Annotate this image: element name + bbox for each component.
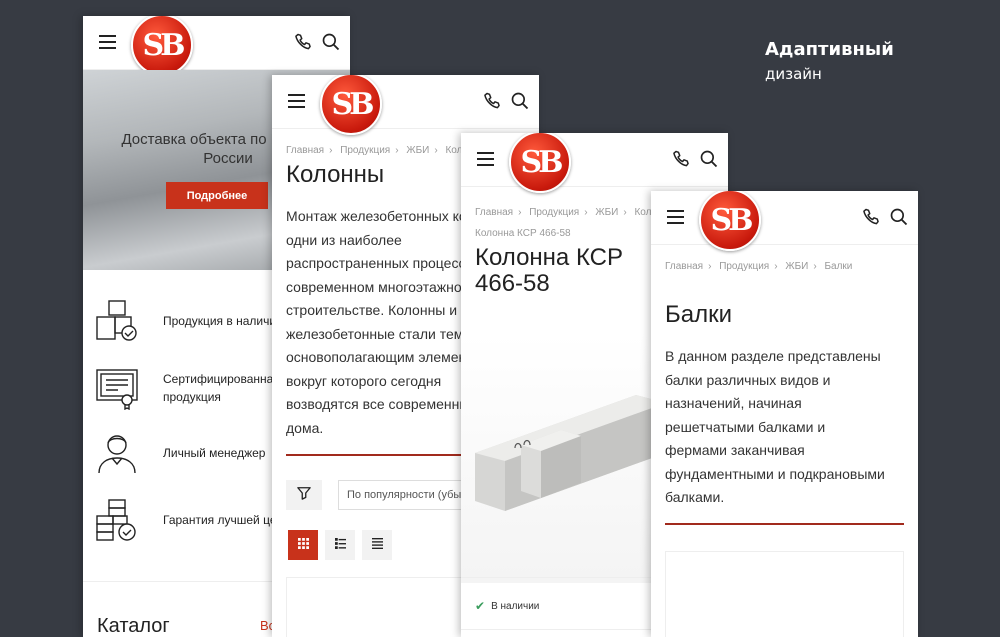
search-icon[interactable] (321, 32, 341, 52)
search-icon[interactable] (510, 91, 530, 111)
stock-status: ✔ В наличии (475, 599, 539, 613)
breadcrumb-item: Колонна КСР 466-58 (475, 228, 571, 239)
guarantee-icon (95, 498, 139, 542)
breadcrumb-item[interactable]: Главная (286, 145, 324, 156)
breadcrumb-separator: › (518, 207, 522, 218)
manager-icon (95, 431, 139, 475)
table-icon (371, 536, 383, 554)
menu-icon[interactable] (99, 35, 116, 49)
page-title: Балки (665, 301, 733, 328)
breadcrumb: Главная › Продукция › ЖБИ › Балки (651, 260, 871, 274)
feature-label: Сертифицированная продукция (163, 372, 280, 404)
hero-more-button[interactable]: Подробнее (166, 182, 268, 209)
catalog-title: Каталог (97, 615, 170, 637)
breadcrumb-separator: › (395, 145, 399, 156)
breadcrumb-item[interactable]: Продукция (529, 207, 579, 218)
grid-icon (297, 536, 309, 554)
product-card[interactable] (665, 551, 904, 637)
search-icon[interactable] (699, 149, 719, 169)
breadcrumb-separator: › (329, 145, 333, 156)
breadcrumb-item[interactable]: ЖБИ (406, 145, 429, 156)
feature-certificate: Сертифицированная продукция (95, 366, 280, 411)
certificate-icon (95, 366, 139, 411)
search-icon[interactable] (889, 207, 909, 227)
breadcrumb-separator: › (584, 207, 588, 218)
menu-icon[interactable] (477, 152, 494, 166)
breadcrumb-item[interactable]: Главная (475, 207, 513, 218)
page-title: Колонны (286, 161, 385, 188)
feature-guarantee: Гарантия лучшей цены (95, 498, 292, 542)
phone-icon[interactable] (861, 207, 881, 227)
breadcrumb-separator: › (774, 261, 778, 272)
boxes-icon (95, 299, 139, 343)
stock-label: В наличии (491, 600, 540, 612)
menu-icon[interactable] (667, 210, 684, 224)
divider (665, 523, 904, 525)
feature-label: Продукция в наличии (163, 314, 283, 328)
breadcrumb-separator: › (434, 145, 438, 156)
site-header: SB (461, 133, 728, 193)
breadcrumb-item[interactable]: Продукция (340, 145, 390, 156)
product-title: Колонна КСР 466-58 (475, 244, 623, 297)
check-icon: ✔ (475, 599, 486, 613)
breadcrumb-separator: › (813, 261, 817, 272)
site-header: SB (651, 191, 918, 251)
product-card[interactable] (286, 577, 476, 637)
filter-button[interactable] (286, 480, 322, 510)
menu-icon[interactable] (288, 94, 305, 108)
heading-subtitle: дизайн (765, 65, 822, 83)
phone-icon[interactable] (293, 32, 313, 52)
breadcrumb-item[interactable]: ЖБИ (595, 207, 618, 218)
heading-title: Адаптивный (765, 39, 894, 60)
feature-label: Личный менеджер (163, 446, 266, 460)
breadcrumb-separator: › (708, 261, 712, 272)
breadcrumb-item[interactable]: ЖБИ (785, 261, 808, 272)
feature-stock: Продукция в наличии (95, 299, 283, 343)
breadcrumb-separator: › (623, 207, 627, 218)
phone-icon[interactable] (671, 149, 691, 169)
breadcrumb-item: Балки (824, 261, 853, 272)
list-icon (334, 536, 346, 554)
view-list-button[interactable] (325, 530, 355, 560)
logo[interactable]: SB (509, 133, 571, 193)
site-header: SB (83, 16, 350, 76)
logo[interactable]: SB (699, 191, 761, 251)
page-description: В данном разделе представлены балки разл… (665, 348, 885, 505)
view-grid-button[interactable] (288, 530, 318, 560)
phone-beams: SB Главная › Продукция › ЖБИ › Балки Балки … (651, 191, 918, 637)
view-table-button[interactable] (362, 530, 392, 560)
logo[interactable]: SB (320, 75, 382, 135)
phone-icon[interactable] (482, 91, 502, 111)
logo[interactable]: SB (131, 16, 193, 76)
filter-icon (297, 486, 311, 505)
site-header: SB (272, 75, 539, 135)
feature-manager: Личный менеджер (95, 431, 265, 475)
breadcrumb-item[interactable]: Главная (665, 261, 703, 272)
breadcrumb-item[interactable]: Продукция (719, 261, 769, 272)
